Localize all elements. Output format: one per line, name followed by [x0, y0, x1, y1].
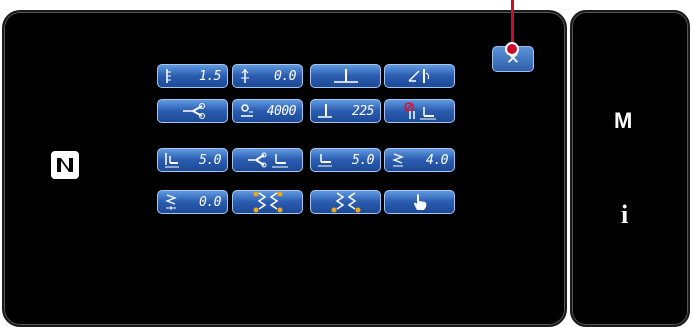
needle-position-icon [331, 68, 361, 84]
trim-foot-button[interactable] [232, 148, 303, 172]
foot-no-lift-icon [402, 101, 438, 121]
sewing-speed-value: 4000 [266, 103, 297, 119]
needle-position-button[interactable] [310, 64, 381, 88]
zigzag-right-icon [329, 191, 363, 213]
stitch-length-icon [164, 68, 178, 84]
foot-height-value: 5.0 [199, 152, 221, 168]
stitch-adjust-button[interactable]: 0.0 [232, 64, 303, 88]
stitch-adjust-value: 0.0 [274, 68, 296, 84]
callout-marker [505, 42, 519, 56]
needle-height-value: 225 [352, 103, 374, 119]
hand-pointer-icon [412, 193, 428, 211]
trim-foot-icon [246, 152, 290, 168]
foot-height-button[interactable]: 5.0 [157, 148, 228, 172]
zigzag-left-button[interactable] [232, 190, 303, 214]
thread-trim-icon [180, 103, 206, 119]
nfc-icon [51, 151, 79, 179]
stitch-width-icon [391, 152, 407, 168]
feed-offset-icon [164, 193, 180, 211]
stitch-length-button[interactable]: 1.5 [157, 64, 228, 88]
info-button[interactable]: i [621, 200, 628, 230]
foot-no-lift-button[interactable] [384, 99, 455, 123]
stitch-adjust-icon [239, 68, 253, 84]
foot-lift-height-button[interactable]: 5.0 [310, 148, 381, 172]
thread-trim-button[interactable] [157, 99, 228, 123]
needle-height-icon [317, 103, 333, 119]
zigzag-left-icon [251, 191, 285, 213]
sewing-speed-button[interactable]: 4000 [232, 99, 303, 123]
stitch-width-button[interactable]: 4.0 [384, 148, 455, 172]
presser-foot-lift-icon [404, 67, 436, 85]
stitch-length-value: 1.5 [199, 68, 221, 84]
foot-height-icon [164, 152, 180, 168]
zigzag-right-button[interactable] [310, 190, 381, 214]
hand-pointer-button[interactable] [384, 190, 455, 214]
stitch-width-value: 4.0 [426, 152, 448, 168]
side-panel [570, 10, 690, 327]
feed-offset-button[interactable]: 0.0 [157, 190, 228, 214]
speed-icon [239, 103, 255, 119]
presser-foot-lift-button[interactable] [384, 64, 455, 88]
menu-button[interactable]: M [614, 108, 632, 134]
foot-lift-height-value: 5.0 [352, 152, 374, 168]
needle-height-button[interactable]: 225 [310, 99, 381, 123]
feed-offset-value: 0.0 [199, 194, 221, 210]
foot-lift-height-icon [317, 152, 333, 168]
callout-line [511, 0, 514, 46]
